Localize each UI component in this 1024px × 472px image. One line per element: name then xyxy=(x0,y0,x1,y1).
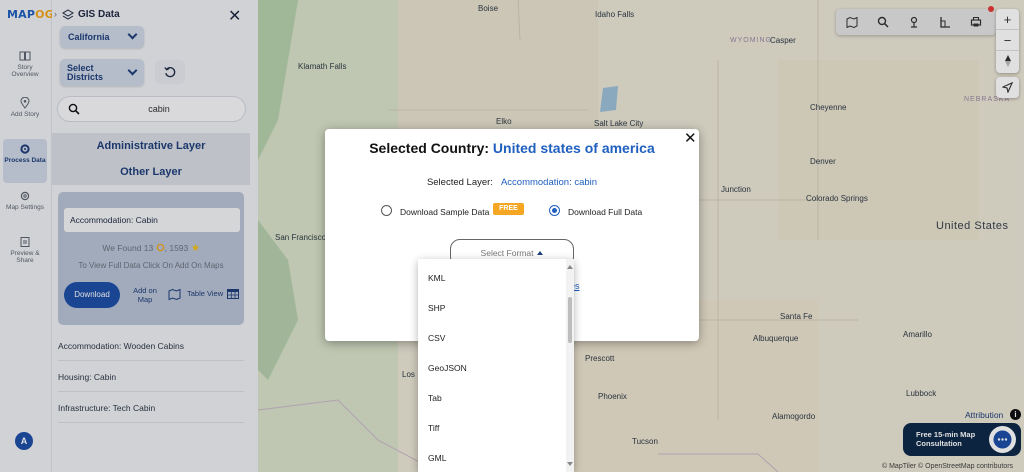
scroll-up-icon[interactable] xyxy=(567,265,573,269)
radio-button-selected[interactable] xyxy=(549,205,560,216)
format-select-placeholder: Select Format xyxy=(480,248,534,258)
radio-button[interactable] xyxy=(381,205,392,216)
format-option[interactable]: GeoJSON xyxy=(428,363,467,373)
format-option[interactable]: CSV xyxy=(428,333,445,343)
radio-label: Download Sample Data xyxy=(400,207,490,217)
selected-country: United states of america xyxy=(492,140,655,156)
format-option[interactable]: GML xyxy=(428,453,446,463)
scroll-down-icon[interactable] xyxy=(567,462,573,466)
caret-up-icon xyxy=(537,251,544,255)
sample-data-radio[interactable]: Download Sample Data xyxy=(381,205,490,217)
full-data-radio[interactable]: Download Full Data xyxy=(549,205,643,217)
dialog-title: Selected Country: United states of ameri… xyxy=(369,140,655,156)
scrollbar-thumb[interactable] xyxy=(568,297,572,343)
format-option[interactable]: Tab xyxy=(428,393,442,403)
format-option[interactable]: Tiff xyxy=(428,423,439,433)
selected-layer: Selected Layer: Accommodation: cabin xyxy=(426,177,598,188)
format-dropdown-list: KML SHP CSV GeoJSON Tab Tiff GML xyxy=(418,259,574,472)
dropdown-scrollbar[interactable] xyxy=(566,259,574,472)
format-option[interactable]: SHP xyxy=(428,303,445,313)
format-option[interactable]: KML xyxy=(428,273,445,283)
radio-label: Download Full Data xyxy=(568,207,643,217)
free-badge: FREE xyxy=(493,203,524,215)
